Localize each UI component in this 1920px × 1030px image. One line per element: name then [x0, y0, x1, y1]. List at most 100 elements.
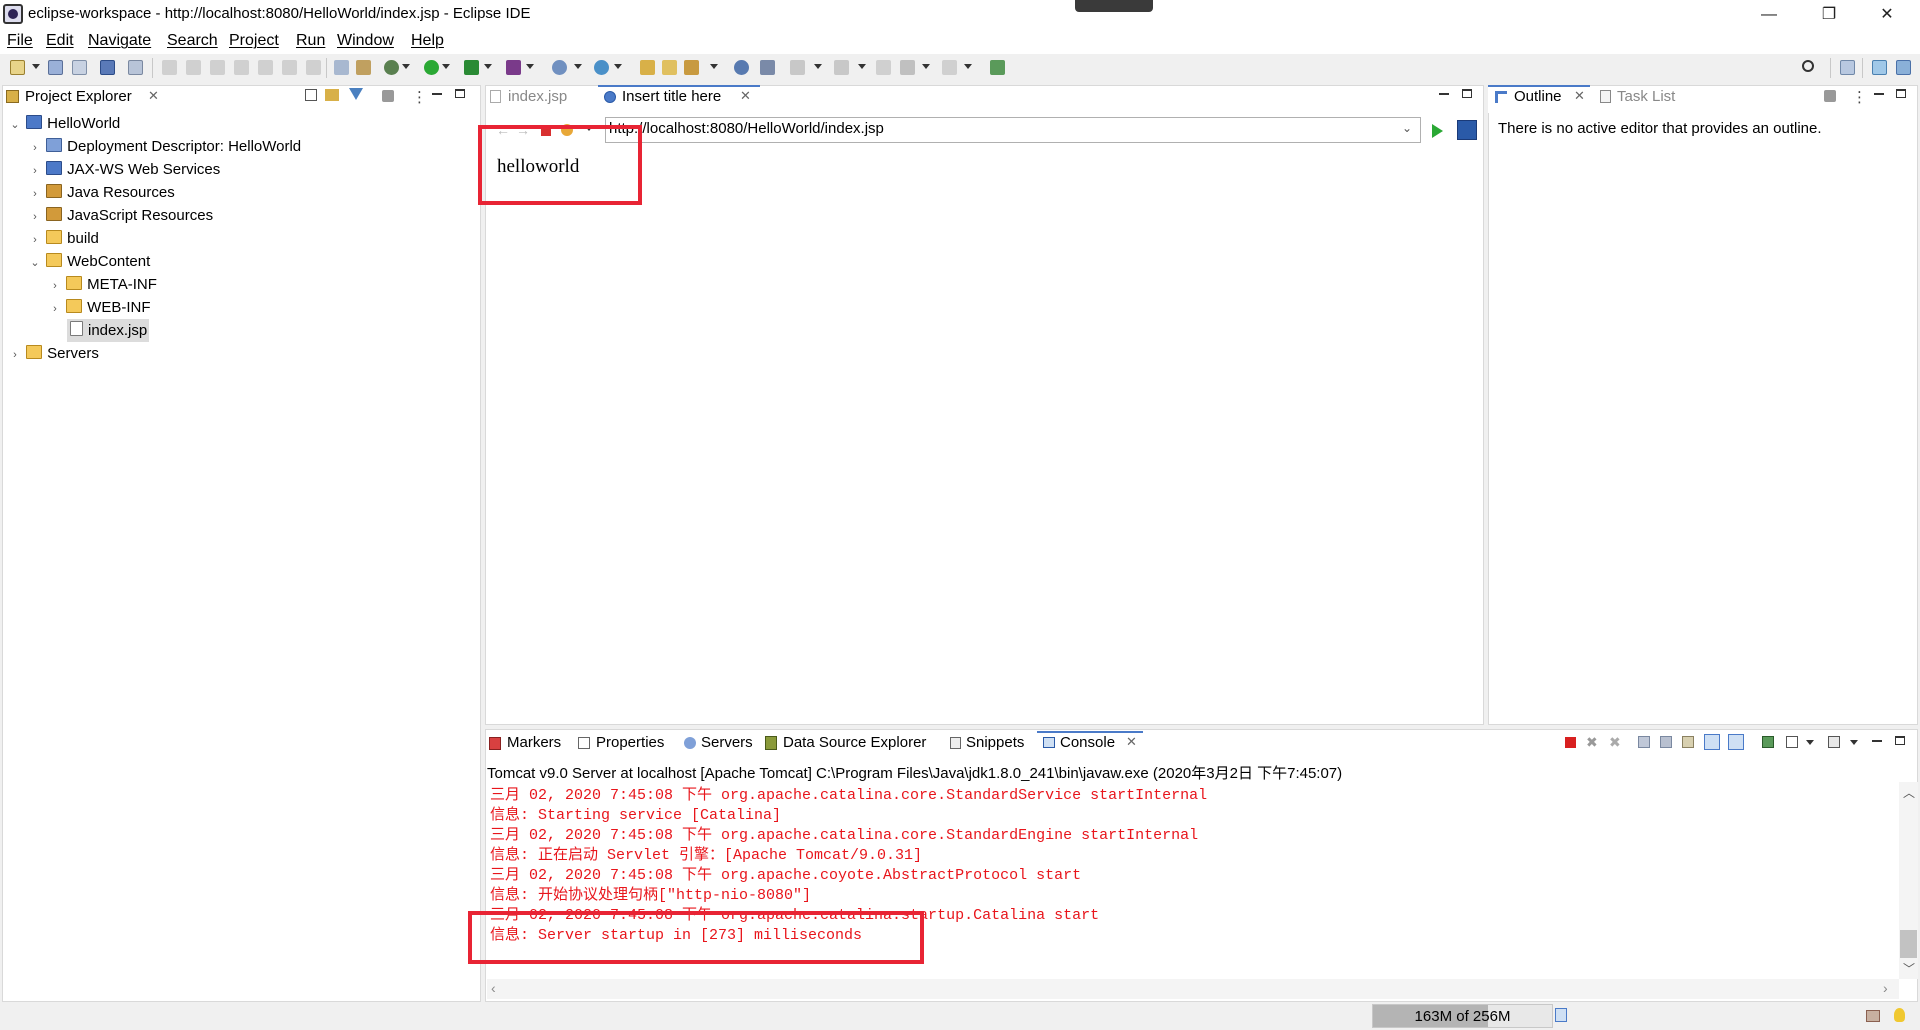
back-dropdown-icon[interactable] [922, 64, 930, 69]
close-icon[interactable]: ✕ [740, 88, 751, 104]
pin-console-icon[interactable] [1762, 736, 1774, 748]
tip-lightbulb-icon[interactable] [1894, 1008, 1905, 1022]
tree-item-jax-ws[interactable]: › JAX-WS Web Services [28, 158, 220, 181]
tree-item-meta-inf[interactable]: › META-INF [48, 273, 157, 296]
tab-console[interactable]: Console [1060, 734, 1115, 751]
external-tools-dropdown-icon[interactable] [526, 64, 534, 69]
word-wrap-icon[interactable] [1682, 736, 1694, 748]
java-ee-perspective-icon[interactable] [1872, 60, 1887, 75]
remove-all-launches-icon[interactable]: ✖ [1609, 734, 1621, 751]
coverage-icon[interactable] [464, 60, 479, 75]
server-dropdown-icon[interactable] [574, 64, 582, 69]
web-project-dropdown-icon[interactable] [614, 64, 622, 69]
skip-breakpoints-icon[interactable] [128, 60, 143, 75]
tab-data-source-explorer[interactable]: Data Source Explorer [783, 734, 926, 751]
forward-dropdown-icon[interactable] [964, 64, 972, 69]
terminate-icon[interactable] [210, 60, 225, 75]
link-with-editor-icon[interactable] [325, 89, 339, 101]
save-icon[interactable] [48, 60, 63, 75]
tree-item-java-resources[interactable]: › Java Resources [28, 181, 175, 204]
drag-handle[interactable] [1075, 0, 1153, 12]
tab-outline[interactable]: Outline [1514, 88, 1562, 105]
search-icon[interactable] [1802, 60, 1814, 72]
previous-annotation-icon[interactable] [834, 60, 849, 75]
step-return-icon[interactable] [306, 60, 321, 75]
run-dropdown-icon[interactable] [442, 64, 450, 69]
debug-dropdown-icon[interactable] [402, 64, 410, 69]
step-over-icon[interactable] [282, 60, 297, 75]
tree-item-build[interactable]: › build [28, 227, 99, 250]
clear-console-icon[interactable] [1638, 736, 1650, 748]
tree-item-deployment-descriptor[interactable]: › Deployment Descriptor: HelloWorld [28, 135, 301, 158]
chevron-down-icon[interactable]: ⌄ [28, 252, 42, 275]
debug-icon[interactable] [384, 60, 399, 75]
more-options-icon[interactable]: ⋮ [1852, 88, 1867, 106]
back-icon[interactable] [900, 60, 915, 75]
task-dropdown-icon[interactable] [710, 64, 718, 69]
tree-item-helloworld[interactable]: ⌄ HelloWorld [8, 112, 120, 135]
tree-item-web-inf[interactable]: › WEB-INF [48, 296, 151, 319]
run-last-tool-icon[interactable] [506, 60, 521, 75]
tab-markers[interactable]: Markers [507, 734, 561, 751]
new-icon[interactable] [10, 60, 25, 75]
tab-properties[interactable]: Properties [596, 734, 664, 751]
chevron-right-icon[interactable]: › [28, 229, 42, 252]
display-selected-console-icon[interactable] [1786, 736, 1798, 748]
chevron-right-icon[interactable]: › [28, 160, 42, 183]
open-external-browser-icon[interactable] [1457, 120, 1477, 140]
collapse-all-icon[interactable] [305, 89, 317, 101]
menu-navigate[interactable]: Navigate [88, 32, 151, 50]
open-console-icon[interactable] [1828, 736, 1840, 748]
scroll-down-icon[interactable]: ﹀ [1903, 960, 1915, 977]
close-icon[interactable]: ✕ [1126, 734, 1137, 750]
open-perspective-icon[interactable] [1840, 60, 1855, 75]
maximize-icon[interactable] [1462, 89, 1472, 98]
notifications-icon[interactable] [1866, 1010, 1880, 1022]
tree-item-javascript-resources[interactable]: › JavaScript Resources [28, 204, 213, 227]
menu-window[interactable]: Window [337, 32, 394, 50]
console-dropdown-icon[interactable] [1806, 740, 1814, 745]
menu-help[interactable]: Help [411, 32, 444, 50]
new-server-icon[interactable] [552, 60, 567, 75]
chevron-down-icon[interactable]: ⌄ [8, 114, 22, 137]
debug-config-icon[interactable] [356, 60, 371, 75]
terminate-icon[interactable] [1565, 737, 1576, 748]
new-web-project-icon[interactable] [594, 60, 609, 75]
show-console-stdout-icon[interactable] [1704, 734, 1720, 750]
open-type-icon[interactable] [662, 60, 677, 75]
new-dropdown-icon[interactable] [32, 64, 40, 69]
suspend-icon[interactable] [186, 60, 201, 75]
menu-edit[interactable]: Edit [46, 32, 74, 50]
last-edit-location-icon[interactable] [876, 60, 891, 75]
menu-project[interactable]: Project [229, 32, 279, 50]
menu-file[interactable]: File [7, 32, 33, 50]
tab-task-list[interactable]: Task List [1617, 88, 1675, 105]
close-icon[interactable]: ✕ [1574, 88, 1585, 104]
menu-run[interactable]: Run [296, 32, 325, 50]
tree-item-index-jsp[interactable]: index.jsp [67, 319, 150, 342]
url-dropdown-icon[interactable]: ⌄ [1402, 121, 1412, 135]
resume-icon[interactable] [162, 60, 177, 75]
disconnect-icon[interactable] [234, 60, 249, 75]
open-console-dropdown-icon[interactable] [1850, 740, 1858, 745]
remove-launch-icon[interactable]: ✖ [1586, 734, 1598, 751]
menu-search[interactable]: Search [167, 32, 218, 50]
garbage-collect-icon[interactable] [1555, 1008, 1567, 1022]
next-annotation-dropdown-icon[interactable] [814, 64, 822, 69]
chevron-right-icon[interactable]: › [28, 206, 42, 229]
step-into-icon[interactable] [258, 60, 273, 75]
console-horizontal-scrollbar[interactable] [487, 979, 1899, 999]
tab-index-jsp[interactable]: index.jsp [508, 88, 567, 105]
scrollbar-thumb[interactable] [1900, 930, 1917, 958]
chevron-right-icon[interactable]: › [28, 137, 42, 160]
tree-item-webcontent[interactable]: ⌄ WebContent [28, 250, 150, 273]
tab-servers[interactable]: Servers [701, 734, 753, 751]
show-console-stderr-icon[interactable] [1728, 734, 1744, 750]
forward-icon[interactable] [942, 60, 957, 75]
filter-icon[interactable] [349, 88, 363, 100]
tab-project-explorer[interactable]: Project Explorer [25, 88, 132, 105]
open-task-icon[interactable] [684, 60, 699, 75]
chevron-right-icon[interactable]: › [48, 275, 62, 298]
maximize-icon[interactable] [455, 89, 465, 98]
next-annotation-icon[interactable] [790, 60, 805, 75]
